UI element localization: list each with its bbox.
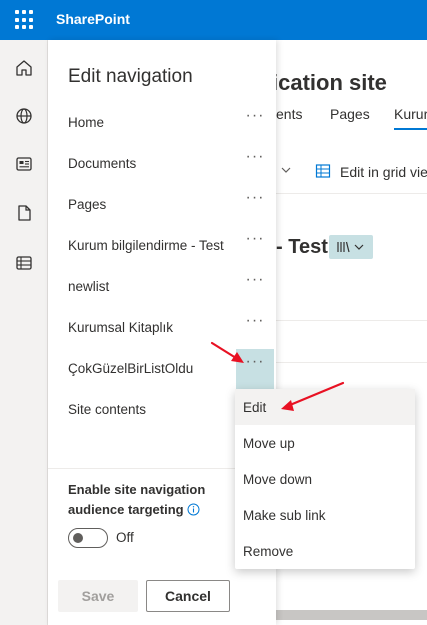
horizontal-scrollbar[interactable] <box>276 610 427 620</box>
more-options-button-active[interactable]: ··· <box>236 349 274 390</box>
nav-item-label: Kurumsal Kitaplık <box>68 320 174 335</box>
more-options-button[interactable]: ··· <box>236 226 274 264</box>
brand-label[interactable]: SharePoint <box>56 11 130 27</box>
menu-item-label: Make sub link <box>243 508 326 523</box>
toggle-state-label: Off <box>116 530 134 545</box>
nav-item-home[interactable]: Home ··· <box>48 103 276 144</box>
nav-item-newlist[interactable]: newlist ··· <box>48 267 276 308</box>
more-options-button[interactable]: ··· <box>236 103 274 141</box>
menu-item-edit[interactable]: Edit <box>235 389 415 425</box>
menu-item-label: Remove <box>243 544 294 559</box>
home-icon[interactable] <box>14 58 34 78</box>
nav-item-label: Site contents <box>68 402 147 417</box>
lists-icon[interactable] <box>14 253 34 273</box>
site-title-fragment: ication site <box>272 70 387 95</box>
more-options-button[interactable]: ··· <box>236 308 274 346</box>
audience-targeting-label: Enable site navigation audience targetin… <box>68 480 228 522</box>
view-switcher-button[interactable] <box>329 235 373 259</box>
chevron-down-icon[interactable] <box>280 163 292 181</box>
more-options-button[interactable]: ··· <box>236 144 274 182</box>
audience-targeting-text: Enable site navigation audience targetin… <box>68 482 206 517</box>
menu-item-label: Move down <box>243 472 313 487</box>
info-icon[interactable] <box>187 502 200 522</box>
nav-item-cokguzelbirlistoldu[interactable]: ÇokGüzelBirListOldu ··· <box>48 349 276 390</box>
nav-item-pages[interactable]: Pages ··· <box>48 185 276 226</box>
nav-item-label: newlist <box>68 279 110 294</box>
nav-item-context-menu: Edit Move up Move down Make sub link Rem… <box>235 389 415 569</box>
save-button[interactable]: Save <box>58 580 138 612</box>
menu-item-move-down[interactable]: Move down <box>235 461 415 497</box>
nav-item-kurum-bilgilendirme[interactable]: Kurum bilgilendirme - Test ··· <box>48 226 276 267</box>
nav-item-label: Pages <box>68 197 107 212</box>
menu-item-move-up[interactable]: Move up <box>235 425 415 461</box>
news-icon[interactable] <box>14 154 34 174</box>
menu-item-label: Move up <box>243 436 295 451</box>
divider <box>276 362 427 363</box>
menu-item-make-sub-link[interactable]: Make sub link <box>235 497 415 533</box>
app-launcher-icon[interactable] <box>15 10 35 30</box>
app-rail <box>0 40 48 625</box>
divider <box>276 320 427 321</box>
audience-targeting-toggle[interactable] <box>68 528 108 548</box>
suite-bar: SharePoint <box>0 0 427 40</box>
tab-kurum-fragment[interactable]: Kurur <box>394 106 427 130</box>
nav-item-label: Kurum bilgilendirme - Test <box>68 238 224 253</box>
edit-in-grid-view-button[interactable]: Edit in grid vie <box>340 164 427 180</box>
list-title-fragment: - Test <box>276 236 328 258</box>
menu-item-label: Edit <box>243 400 267 415</box>
more-options-button[interactable]: ··· <box>236 267 274 305</box>
document-icon[interactable] <box>14 203 34 223</box>
menu-item-remove[interactable]: Remove <box>235 533 415 569</box>
tab-documents-fragment[interactable]: ents <box>276 106 302 122</box>
globe-icon[interactable] <box>14 106 34 126</box>
panel-title: Edit navigation <box>68 66 193 87</box>
tab-pages[interactable]: Pages <box>330 106 370 122</box>
nav-item-documents[interactable]: Documents ··· <box>48 144 276 185</box>
cancel-button[interactable]: Cancel <box>146 580 230 612</box>
toggle-knob <box>73 533 83 543</box>
grid-icon <box>315 163 331 184</box>
nav-item-kurumsal-kitaplik[interactable]: Kurumsal Kitaplık ··· <box>48 308 276 349</box>
nav-item-label: Documents <box>68 156 137 171</box>
nav-item-label: ÇokGüzelBirListOldu <box>68 361 194 376</box>
more-options-button[interactable]: ··· <box>236 185 274 223</box>
nav-item-label: Home <box>68 115 105 130</box>
